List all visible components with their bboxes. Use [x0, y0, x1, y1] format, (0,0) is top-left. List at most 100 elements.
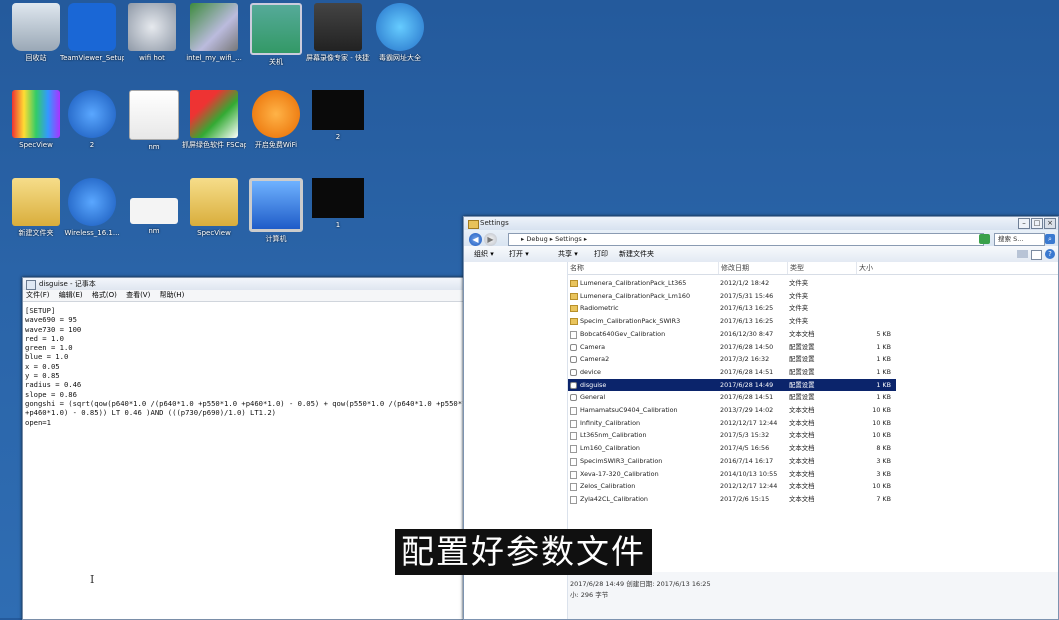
file-row[interactable]: General 2017/6/28 14:51 配置设置 1 KB: [568, 391, 896, 403]
file-row[interactable]: device 2017/6/28 14:51 配置设置 1 KB: [568, 366, 896, 378]
file-row[interactable]: Lm160_Calibration 2017/4/5 16:56 文本文档 8 KB: [568, 442, 896, 454]
desktop-icon-label: 2: [89, 141, 95, 149]
column-name[interactable]: 名称: [568, 262, 718, 274]
desktop-icon-2[interactable]: wifi hot: [120, 3, 184, 62]
desktop-icon-6[interactable]: 毒霸网址大全: [368, 3, 432, 62]
desktop-icon-14[interactable]: Wireless_16.1...: [60, 178, 124, 237]
file-row[interactable]: SpecimSWIR3_Calibration 2016/7/14 16:17 文本…: [568, 455, 896, 467]
view-options-icon[interactable]: [1017, 250, 1028, 258]
file-row[interactable]: Radiometric 2017/6/13 16:25 文件夹: [568, 302, 896, 314]
explorer-titlebar[interactable]: Settings – □ ×: [464, 217, 1058, 230]
desktop-icon-label: SpecView: [19, 141, 53, 149]
file-size: 8 KB: [876, 444, 891, 453]
column-size[interactable]: 大小: [856, 262, 901, 274]
desktop-icon-label: wifi hot: [139, 54, 165, 62]
desktop-icon-label: Wireless_16.1...: [64, 229, 120, 237]
desktop-icon-label: 关机: [269, 58, 283, 66]
desktop-icon-16[interactable]: SpecView: [182, 178, 246, 237]
file-row[interactable]: Xeva-17-320_Calibration 2014/10/13 10:55 文…: [568, 468, 896, 480]
file-row[interactable]: Bobcat640Gev_Calibration 2016/12/30 8:47 文…: [568, 328, 896, 340]
desktop-icon-7[interactable]: SpecView: [4, 90, 68, 149]
file-type: 文本文档: [789, 482, 815, 491]
open-button[interactable]: 打开 ▾: [509, 246, 529, 262]
maximize-button[interactable]: □: [1031, 218, 1043, 229]
forward-arrow-icon[interactable]: ▶: [484, 233, 497, 246]
desktop-icon-10[interactable]: 抓屏绿色软件 FSCapture: [182, 90, 246, 149]
text-file-icon: [570, 445, 577, 454]
menu-view[interactable]: 查看(V): [126, 291, 150, 299]
desktop-icon-15[interactable]: nm: [122, 178, 186, 235]
file-row[interactable]: Camera 2017/6/28 14:50 配置设置 1 KB: [568, 341, 896, 353]
black-icon: [312, 90, 364, 130]
text-file-icon: [570, 470, 577, 479]
desktop-icon-11[interactable]: 开启免费WiFi: [244, 90, 308, 149]
desktop-icon-label: intel_my_wifi_...: [186, 54, 242, 62]
file-type: 文本文档: [789, 406, 815, 414]
desktop-icon-4[interactable]: 关机: [244, 3, 308, 66]
menu-file[interactable]: 文件(F): [26, 291, 50, 299]
file-size: 1 KB: [876, 367, 891, 376]
minimize-button[interactable]: –: [1018, 218, 1030, 229]
help-icon[interactable]: ?: [1045, 249, 1055, 259]
share-button[interactable]: 共享 ▾: [558, 246, 578, 262]
desktop-icon-9[interactable]: nm: [122, 90, 186, 151]
file-type: 文本文档: [789, 418, 815, 427]
file-date: 2014/10/13 10:55: [720, 469, 778, 478]
computer-icon: [249, 178, 303, 232]
folder-icon: [190, 178, 238, 226]
menu-help[interactable]: 帮助(H): [160, 291, 185, 299]
close-button[interactable]: ×: [1044, 218, 1056, 229]
file-row[interactable]: Zelos_Calibration 2012/12/17 12:44 文本文档 10 …: [568, 480, 896, 492]
preview-pane-icon[interactable]: [1031, 250, 1042, 260]
search-icon[interactable]: ⌕: [1045, 234, 1055, 244]
desktop-icon-1[interactable]: TeamViewer_Setup: [60, 3, 124, 62]
folder-icon: [570, 292, 578, 300]
desktop-icon-17[interactable]: 计算机: [244, 178, 308, 243]
desktop-icon-label: 屏幕录像专家 - 快捷方式: [306, 54, 370, 62]
desktop-icon-18[interactable]: 1: [306, 178, 370, 229]
file-row[interactable]: Lumenera_CalibrationPack_Lt365 2012/1/2 1…: [568, 277, 896, 289]
new-folder-button[interactable]: 新建文件夹: [619, 246, 654, 262]
file-name: Radiometric: [580, 304, 619, 313]
file-date: 2017/4/5 16:56: [720, 444, 770, 453]
file-row[interactable]: HamamatsuC9404_Calibration 2013/7/29 14:0…: [568, 404, 896, 416]
organize-button[interactable]: 组织 ▾: [474, 246, 494, 262]
refresh-icon[interactable]: [979, 234, 990, 244]
menu-edit[interactable]: 编辑(E): [59, 291, 83, 299]
print-button[interactable]: 打印: [594, 246, 608, 262]
search-input[interactable]: 搜索 S...: [994, 233, 1045, 246]
file-row[interactable]: disguise 2017/6/28 14:49 配置设置 1 KB: [568, 378, 896, 391]
file-row[interactable]: Zyla42CL_Calibration 2017/2/6 15:15 文本文档 7 …: [568, 493, 896, 505]
file-row[interactable]: Lt365nm_Calibration 2017/5/3 15:32 文本文档 10 …: [568, 429, 896, 441]
file-type: 配置设置: [789, 342, 815, 351]
file-size: 10 KB: [872, 418, 891, 427]
desktop-icon-5[interactable]: 屏幕录像专家 - 快捷方式: [306, 3, 370, 62]
file-size: 1 KB: [876, 355, 891, 364]
config-file-icon: [570, 356, 577, 364]
file-row[interactable]: Camera2 2017/3/2 16:32 配置设置 1 KB: [568, 353, 896, 365]
wifi-icon: [68, 90, 116, 138]
desktop-icon-0[interactable]: 回收站: [4, 3, 68, 62]
desktop-icon-label: 计算机: [265, 235, 287, 243]
address-bar[interactable]: ▸ Debug ▸ Settings ▸: [508, 233, 984, 246]
ie-icon: [376, 3, 424, 51]
file-name: Lumenera_CalibrationPack_Lt365: [580, 279, 687, 287]
file-row[interactable]: Specim_CalibrationPack_SWIR3 2017/6/13 16…: [568, 315, 896, 327]
video-subtitle: 配置好参数文件: [395, 529, 652, 575]
file-type: 文件夹: [789, 317, 809, 326]
menu-format[interactable]: 格式(O): [92, 291, 117, 299]
file-row[interactable]: Lumenera_CalibrationPack_Lm160 2017/5/31 …: [568, 290, 896, 302]
column-type[interactable]: 类型: [787, 262, 856, 274]
column-date[interactable]: 修改日期: [718, 262, 787, 274]
desktop-icon-3[interactable]: intel_my_wifi_...: [182, 3, 246, 62]
config-file-icon: [570, 381, 577, 389]
desktop-icon-13[interactable]: 新建文件夹: [4, 178, 68, 237]
file-row[interactable]: Infinity_Calibration 2012/12/17 12:44 文本文档…: [568, 417, 896, 429]
file-date: 2017/5/31 15:46: [720, 291, 774, 300]
back-arrow-icon[interactable]: ◀: [469, 233, 482, 246]
file-name: Xeva-17-320_Calibration: [580, 469, 659, 478]
desktop-icon-12[interactable]: 2: [306, 90, 370, 141]
gear-icon: [128, 3, 176, 51]
file-type: 文件夹: [789, 279, 809, 287]
desktop-icon-8[interactable]: 2: [60, 90, 124, 149]
